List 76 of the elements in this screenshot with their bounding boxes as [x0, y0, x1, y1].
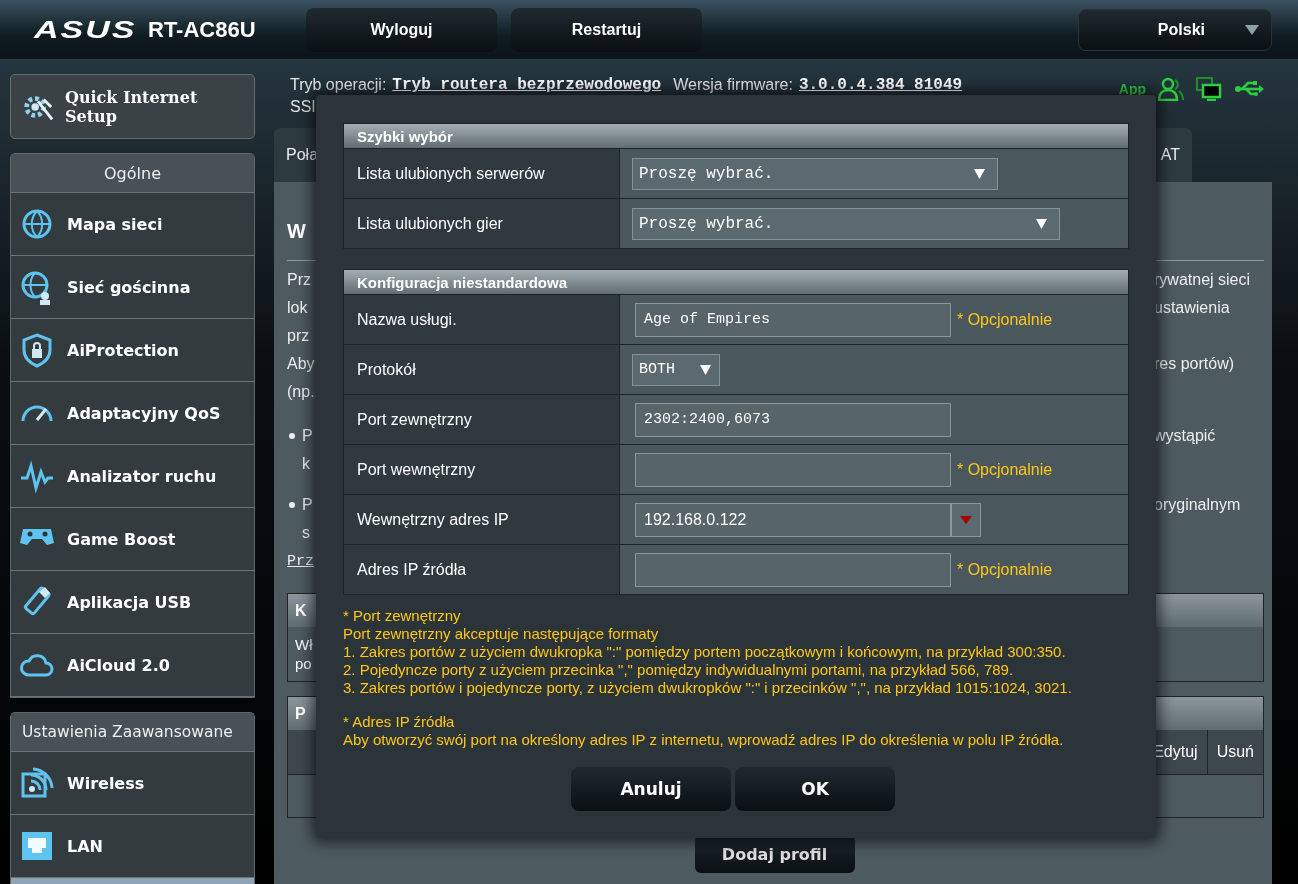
paragraph-text: rywatnej sieci — [1154, 271, 1252, 289]
field-label: Lista ulubionych serwerów — [344, 149, 620, 198]
paragraph-text: Prz — [287, 271, 311, 289]
paragraph-text: s — [302, 524, 310, 542]
table-title: P — [295, 704, 306, 723]
bullet-icon — [289, 502, 295, 508]
text-link[interactable]: Prz — [287, 552, 314, 570]
note-title: * Adres IP źródła — [343, 713, 456, 731]
paragraph-text: P — [302, 427, 313, 445]
note-text: 2. Pojedyncze porty z użyciem przecinka "," pomiędzy indywidualnymi portami, na przykład 566, 789. — [343, 661, 1015, 679]
field-label: Port wewnętrzny — [344, 445, 620, 494]
note-text: 1. Zakres portów z użyciem dwukropka ":" pomiędzy portem początkowym i końcowym, na przykład 300:350. — [343, 643, 1067, 661]
dropdown[interactable]: Proszę wybrać. — [632, 157, 998, 190]
usb-icon[interactable] — [1234, 79, 1264, 99]
wifi-icon — [19, 765, 55, 801]
paragraph-text: wystąpić — [1154, 427, 1217, 445]
input-field[interactable] — [635, 452, 951, 487]
caret-icon — [974, 168, 985, 179]
status-label: Wersja firmware: — [673, 76, 793, 94]
caret-icon — [700, 364, 711, 375]
header-button[interactable]: Restartuj — [511, 7, 702, 52]
optional-hint: * Opcjonalnie — [957, 460, 1053, 479]
optional-hint: * Opcjonalnie — [957, 560, 1053, 579]
waveform-icon — [19, 458, 55, 494]
dialog-button[interactable]: Anuluj — [571, 767, 731, 811]
optional-hint: * Opcjonalnie — [957, 310, 1053, 329]
field-label: Wewnętrzny adres IP — [344, 495, 620, 544]
users-icon[interactable] — [1158, 77, 1184, 101]
table-text: Wł — [295, 635, 313, 654]
note-text: Port zewnętrzny akceptuje następujące formaty — [343, 625, 660, 643]
bullet-icon — [289, 433, 295, 439]
caret-icon — [1036, 218, 1047, 229]
model-name: RT-AC86U — [148, 16, 257, 43]
ssid-label: SSI — [290, 98, 316, 116]
devices-icon[interactable] — [1196, 77, 1222, 101]
language-dropdown[interactable]: Polski — [1078, 8, 1272, 51]
dropdown[interactable]: BOTH — [632, 353, 720, 386]
paragraph-text: prz — [287, 327, 310, 345]
paragraph-text: ustawienia — [1154, 299, 1231, 317]
table-title: K — [295, 601, 307, 620]
logo: ASUS — [34, 15, 138, 44]
dropdown-button[interactable] — [951, 502, 981, 537]
paragraph-text: Aby — [287, 355, 315, 373]
menu-section-title: Ogólne — [11, 154, 254, 193]
dialog-button[interactable]: OK — [735, 767, 895, 811]
quick-setup-button[interactable]: Quick Internet Setup — [10, 74, 255, 139]
input-field[interactable]: 2302:2400,6073 — [635, 402, 951, 437]
field-label: Adres IP źródła — [344, 545, 620, 594]
field-label: Protokół — [344, 345, 620, 394]
paragraph-text: oryginalnym — [1154, 496, 1242, 514]
dropdown[interactable]: Proszę wybrać. — [632, 207, 1060, 240]
header-button[interactable]: Wyloguj — [306, 7, 497, 52]
paragraph-text: lok — [287, 299, 308, 317]
section-header: Konfiguracja niestandardowa — [344, 270, 1128, 294]
field-label: Lista ulubionych gier — [344, 199, 620, 248]
input-field[interactable] — [635, 552, 951, 587]
note-title: * Port zewnętrzny — [343, 607, 462, 625]
caret-icon — [1245, 24, 1259, 35]
firmware-link[interactable]: 3.0.0.4.384_81049 — [798, 76, 963, 94]
column-header: Usuń — [1206, 730, 1263, 774]
paragraph-text: (np. — [287, 383, 315, 401]
menu-section-title: Ustawienia Zaawansowane — [11, 713, 254, 752]
section-header: Szybki wybór — [344, 124, 1128, 148]
field-label: Port zewnętrzny — [344, 395, 620, 444]
page-heading: W — [287, 220, 306, 240]
status-label: Tryb operacji: — [290, 76, 387, 94]
paragraph-text: k — [302, 455, 310, 473]
note-text: Aby otworzyć swój port na określony adres IP z internetu, wprowadź adres IP do określenia w polu IP źródła. — [343, 731, 1065, 749]
field-label: Nazwa usługi. — [344, 295, 620, 344]
table-text: po — [295, 654, 312, 673]
note-text: 3. Zakres portów i pojedyncze porty, z użyciem dwukropków ":" i przecinków ",", na przykład 1015:1024, 3021. — [343, 679, 1073, 697]
paragraph-text: P — [302, 496, 313, 514]
input-field[interactable]: Age of Empires — [635, 302, 951, 337]
caret-icon — [960, 515, 972, 524]
input-field[interactable]: 192.168.0.122 — [635, 502, 951, 537]
mode-link[interactable]: Tryb routera bezprzewodowego — [392, 76, 662, 94]
